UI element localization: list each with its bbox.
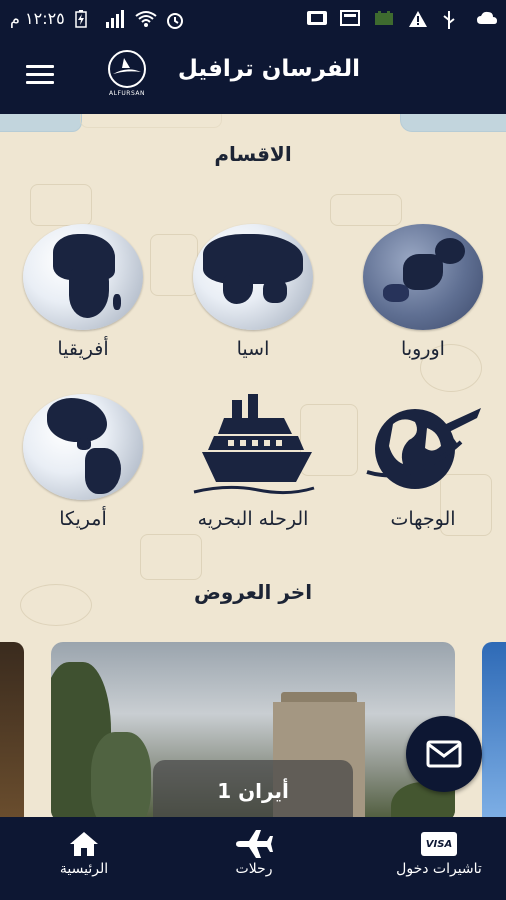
asia-globe-icon [193,224,313,330]
status-bar: ١٢:٢٥ م [0,0,506,36]
category-label: أفريقيا [57,338,109,360]
app-title: الفرسان ترافيل [177,56,360,82]
tree-image [91,732,151,817]
category-label: اوروبا [401,338,445,360]
signal-icon [105,10,125,28]
warning-icon [408,10,428,27]
nav-home[interactable]: الرئيسية [34,827,134,877]
nav-visas[interactable]: VISA تاشيرات دخول [376,827,502,877]
category-label: اسيا [236,338,270,360]
pattern-doodle [400,114,506,132]
category-destinations[interactable]: الوجهات [358,394,488,530]
category-label: أمريكا [59,508,107,530]
cloud-icon [476,10,497,26]
home-icon [70,832,98,856]
offers-title: اخر العروض [193,580,313,604]
category-americas[interactable]: أمريكا [18,394,148,530]
category-cruise[interactable]: الرحله البحريه [188,394,318,530]
americas-globe-icon [23,394,143,500]
status-time: ١٢:٢٥ م [10,8,65,28]
cruise-ship-icon [188,394,318,500]
app-logo: ALFURSAN [104,50,150,106]
sim-card-icon [306,10,327,26]
globe-plane-icon [363,394,483,500]
alarm-icon [165,10,185,29]
visa-card-icon: VISA [421,832,457,856]
nav-label: رحلات [235,861,273,877]
category-label: الرحله البحريه [197,508,309,530]
pattern-doodle [80,114,222,128]
bottom-navigation: VISA تاشيرات دخول رحلات الرئيسية [0,817,506,900]
category-asia[interactable]: اسيا [188,224,318,360]
europe-globe-icon [363,224,483,330]
category-europe[interactable]: اوروبا [358,224,488,360]
logo-text: ALFURSAN [109,90,145,97]
usb-icon [442,10,462,29]
nav-trips[interactable]: رحلات [196,827,312,877]
pattern-doodle [330,194,402,226]
app-notification-icon [374,10,394,26]
airplane-icon [236,830,273,858]
menu-icon[interactable] [26,65,54,85]
battery-charging-icon [75,10,95,28]
offer-card-next[interactable] [482,642,506,817]
news-icon [340,10,360,26]
category-africa[interactable]: أفريقيا [18,224,148,360]
offer-card[interactable]: أيران 1 [51,642,455,817]
contact-button[interactable] [406,716,482,792]
main-content: الاقسام اوروبا اسيا أفريقيا الوجهات الرح… [0,114,506,817]
offer-title: أيران 1 [153,760,353,817]
categories-title: الاقسام [214,142,292,166]
pattern-doodle [30,184,92,226]
pattern-doodle [0,114,82,132]
wifi-icon [135,10,157,27]
nav-label: الرئيسية [59,861,109,877]
nav-label: تاشيرات دخول [396,861,482,877]
envelope-icon [426,740,462,768]
offer-card-prev[interactable] [0,642,24,817]
category-label: الوجهات [390,508,456,530]
africa-globe-icon [23,224,143,330]
pattern-doodle [140,534,202,580]
app-bar: ALFURSAN الفرسان ترافيل [0,36,506,114]
